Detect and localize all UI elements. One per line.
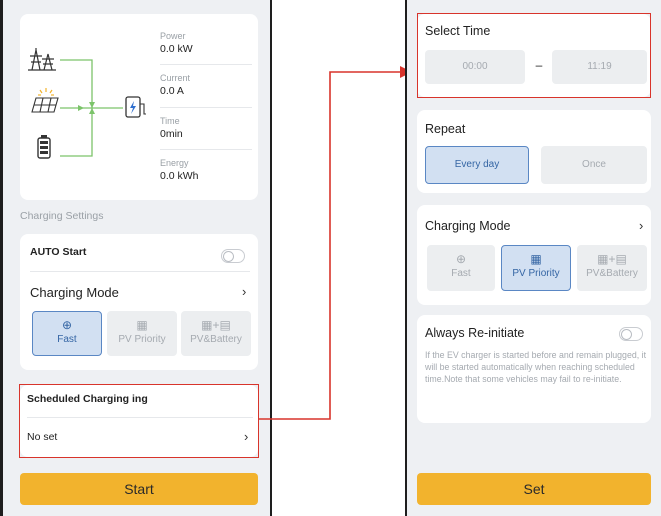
solar-battery-icon: ▦+▤ xyxy=(201,318,231,332)
charging-mode-label[interactable]: Charging Mode xyxy=(30,285,119,300)
set-button[interactable]: Set xyxy=(417,473,651,505)
auto-start-label: AUTO Start xyxy=(30,246,87,258)
solar-panel-icon xyxy=(31,97,59,113)
charging-settings-card: AUTO Start Charging Mode › ⊕ Fast ▦ PV P… xyxy=(20,234,258,370)
mode-fast[interactable]: ⊕ Fast xyxy=(32,311,102,356)
sun-icon xyxy=(38,88,54,96)
power-label: Power xyxy=(160,31,186,41)
mode-label: PV Priority xyxy=(512,268,560,279)
current-value: 0.0 A xyxy=(160,85,184,97)
chevron-right-icon[interactable]: › xyxy=(242,284,246,299)
mode-pv-battery[interactable]: ▦+▤ PV&Battery xyxy=(181,311,251,356)
grid-tower-icon xyxy=(28,48,56,71)
divider xyxy=(160,64,252,65)
energy-value: 0.0 kWh xyxy=(160,170,199,182)
time-value: 0min xyxy=(160,128,183,140)
solar-panel-icon: ▦ xyxy=(530,252,542,266)
mode-label: Fast xyxy=(451,268,471,279)
highlight-box xyxy=(19,384,259,458)
divider xyxy=(160,149,252,150)
always-reinitiate-card: Always Re-initiate If the EV charger is … xyxy=(417,315,651,423)
energy-flow-card: Power 0.0 kW Current 0.0 A Time 0min Ene… xyxy=(20,14,258,200)
flow-lines xyxy=(60,59,123,157)
energy-label: Energy xyxy=(160,158,189,168)
mode-pv-priority[interactable]: ▦ PV Priority xyxy=(107,311,177,356)
repeat-card: Repeat Every day Once xyxy=(417,110,651,193)
power-value: 0.0 kW xyxy=(160,43,193,55)
left-phone-screen: Power 0.0 kW Current 0.0 A Time 0min Ene… xyxy=(0,0,272,516)
repeat-title: Repeat xyxy=(425,122,466,136)
ev-charger-icon xyxy=(125,96,146,118)
always-reinitiate-note: If the EV charger is started before and … xyxy=(425,350,647,384)
repeat-once[interactable]: Once xyxy=(541,146,647,184)
divider xyxy=(160,107,252,108)
charging-mode-card: Charging Mode › ⊕ Fast ▦ PV Priority ▦+▤… xyxy=(417,205,651,305)
plug-icon: ⊕ xyxy=(61,318,73,332)
mode-label: Fast xyxy=(57,334,77,345)
mode-fast[interactable]: ⊕ Fast xyxy=(427,245,495,291)
repeat-every-day[interactable]: Every day xyxy=(425,146,529,184)
always-reinitiate-title: Always Re-initiate xyxy=(425,326,525,340)
highlight-box xyxy=(417,13,651,98)
mode-pv-battery[interactable]: ▦+▤ PV&Battery xyxy=(577,245,647,291)
auto-start-toggle[interactable] xyxy=(221,249,245,263)
chevron-right-icon[interactable]: › xyxy=(639,218,643,233)
always-reinitiate-toggle[interactable] xyxy=(619,327,643,341)
time-label: Time xyxy=(160,116,180,126)
mode-label: PV&Battery xyxy=(190,334,242,345)
current-label: Current xyxy=(160,73,191,83)
plug-icon: ⊕ xyxy=(455,252,467,266)
solar-panel-icon: ▦ xyxy=(136,318,148,332)
mode-label: PV Priority xyxy=(118,334,166,345)
start-button[interactable]: Start xyxy=(20,473,258,505)
charging-mode-label[interactable]: Charging Mode xyxy=(425,219,510,233)
solar-battery-icon: ▦+▤ xyxy=(597,252,627,266)
mode-pv-priority[interactable]: ▦ PV Priority xyxy=(501,245,571,291)
mode-label: PV&Battery xyxy=(586,268,638,279)
charging-settings-heading: Charging Settings xyxy=(20,210,104,222)
right-phone-screen: Select Time 00:00 – 11:19 Repeat Every d… xyxy=(405,0,661,516)
divider xyxy=(30,271,250,272)
energy-flow-diagram xyxy=(28,48,146,159)
battery-icon xyxy=(37,135,51,159)
